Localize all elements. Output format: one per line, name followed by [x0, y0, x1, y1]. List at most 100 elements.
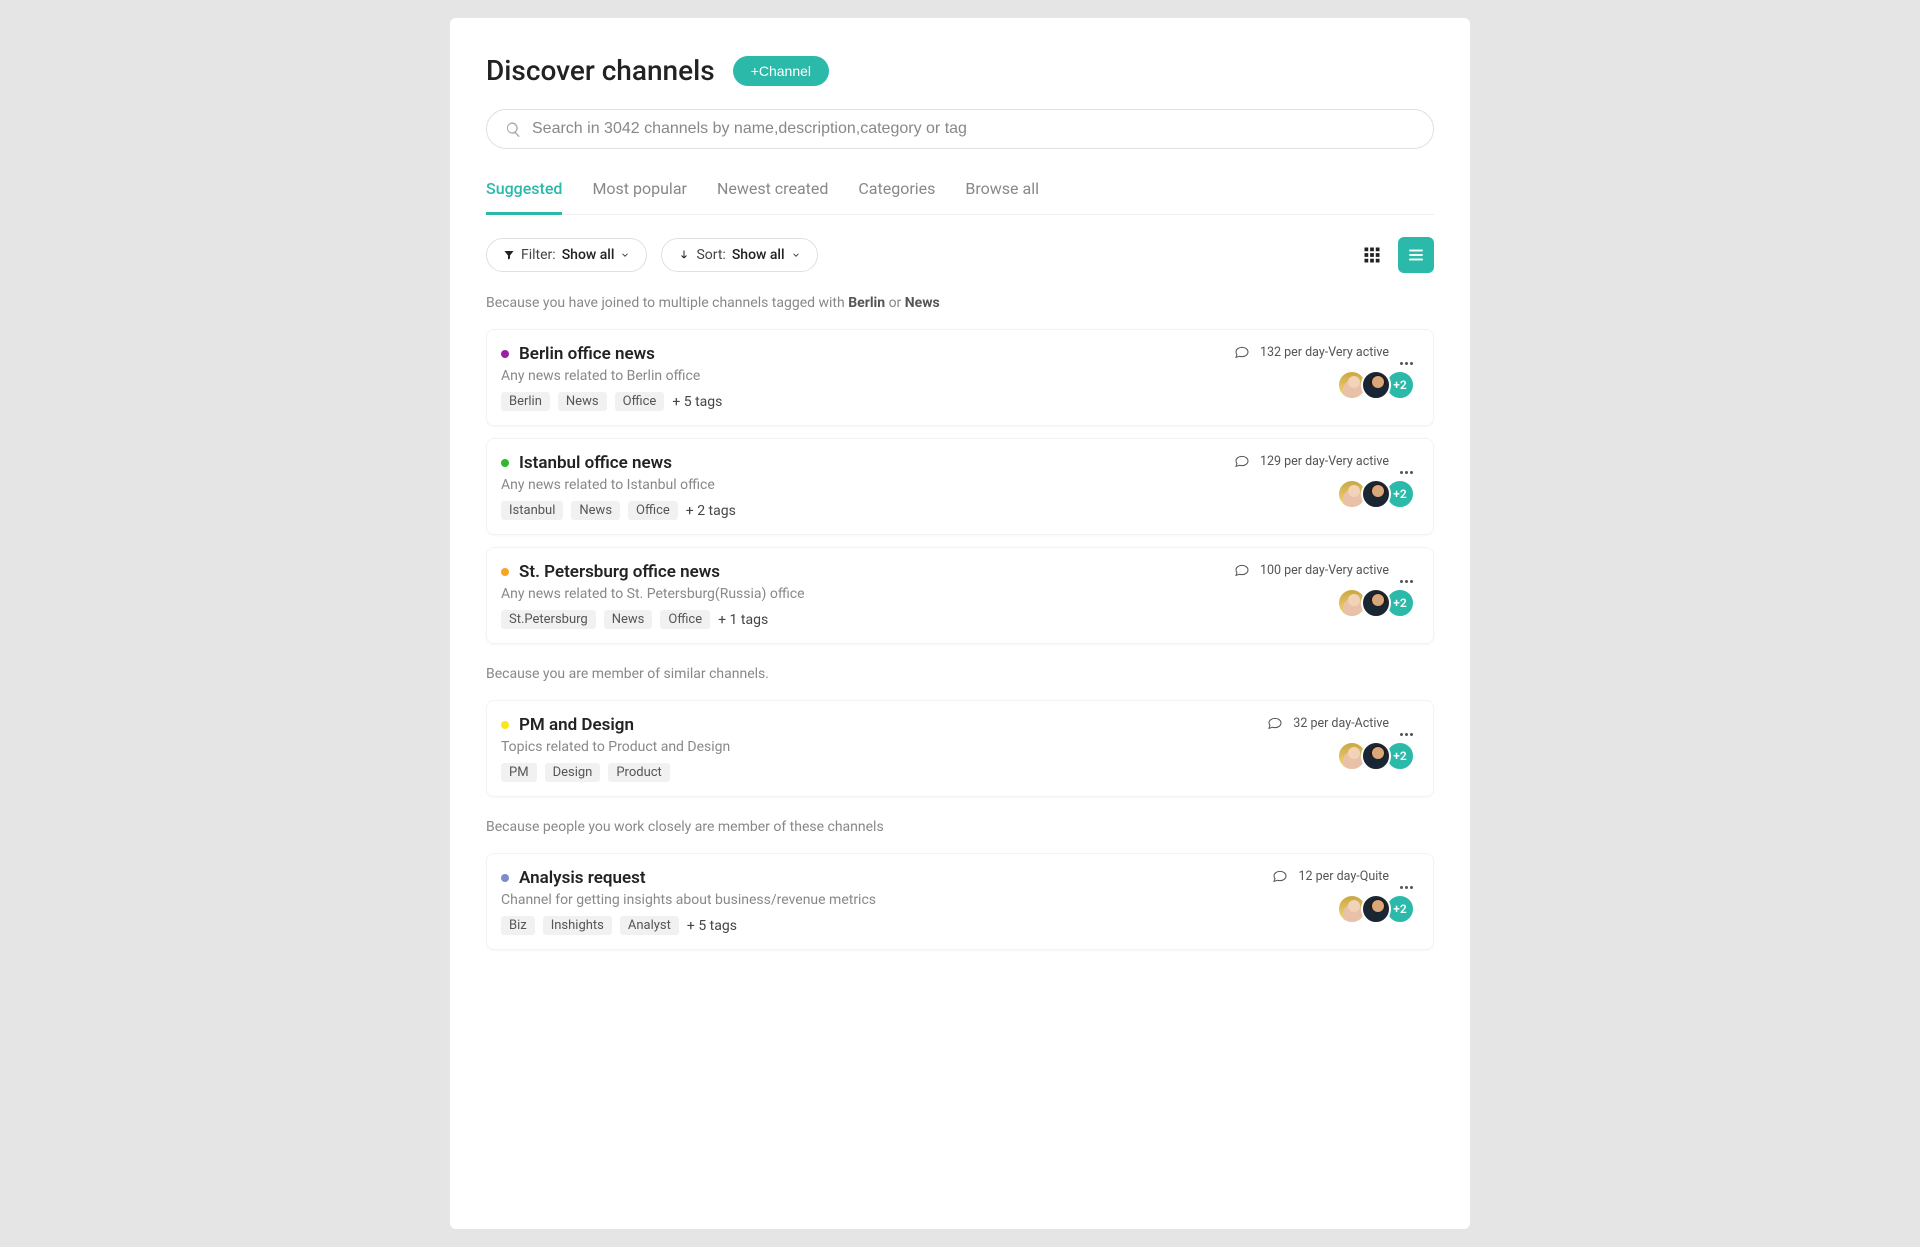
channel-card[interactable]: St. Petersburg office news Any news relat… — [486, 547, 1434, 644]
more-options-button[interactable] — [1399, 721, 1415, 725]
tag[interactable]: St.Petersburg — [501, 610, 596, 629]
list-icon — [1407, 246, 1425, 264]
tags-row: PM Design Product — [501, 763, 1235, 782]
activity-text: 129 per day-Very active — [1260, 454, 1389, 469]
tag[interactable]: News — [604, 610, 653, 629]
channel-color-dot — [501, 721, 509, 729]
tags-row: St.Petersburg News Office + 1 tags — [501, 610, 1234, 629]
view-toggle — [1354, 237, 1434, 273]
tag[interactable]: Office — [615, 392, 665, 411]
member-avatars[interactable]: +2 — [1337, 894, 1415, 924]
tag[interactable]: News — [558, 392, 607, 411]
channel-color-dot — [501, 568, 509, 576]
funnel-icon — [503, 249, 515, 261]
add-channel-button[interactable]: +Channel — [733, 56, 829, 86]
section-reason: Because people you work closely are memb… — [486, 819, 1434, 835]
tag[interactable]: Design — [545, 763, 601, 782]
channel-description: Any news related to St. Petersburg(Russi… — [501, 586, 1234, 602]
tab-most-popular[interactable]: Most popular — [592, 171, 686, 214]
more-tags[interactable]: + 5 tags — [687, 918, 737, 934]
member-avatars[interactable]: +2 — [1337, 588, 1415, 618]
more-options-button[interactable] — [1399, 350, 1415, 354]
tag[interactable]: News — [571, 501, 620, 520]
channel-meta: 129 per day-Very active +2 — [1234, 453, 1415, 520]
channel-card[interactable]: Istanbul office news Any news related to … — [486, 438, 1434, 535]
activity-row: 32 per day-Active — [1267, 715, 1415, 731]
tab-browse-all[interactable]: Browse all — [965, 171, 1039, 214]
channel-title: St. Petersburg office news — [519, 562, 720, 582]
channel-card[interactable]: PM and Design Topics related to Product a… — [486, 700, 1434, 797]
avatar — [1361, 370, 1391, 400]
channel-description: Any news related to Berlin office — [501, 368, 1234, 384]
more-options-button[interactable] — [1399, 459, 1415, 463]
channel-title: PM and Design — [519, 715, 634, 735]
activity-row: 100 per day-Very active — [1234, 562, 1415, 578]
channel-color-dot — [501, 459, 509, 467]
more-options-button[interactable] — [1399, 568, 1415, 572]
more-options-button[interactable] — [1399, 874, 1415, 878]
tag[interactable]: Office — [660, 610, 710, 629]
filter-row: Filter: Show all Sort: Show all — [486, 237, 1434, 273]
channel-meta: 100 per day-Very active +2 — [1234, 562, 1415, 629]
tag[interactable]: Berlin — [501, 392, 550, 411]
tab-suggested[interactable]: Suggested — [486, 171, 562, 215]
reason-term: Berlin — [848, 295, 885, 311]
channel-card[interactable]: Analysis request Channel for getting insi… — [486, 853, 1434, 950]
channel-main: Berlin office news Any news related to Be… — [501, 344, 1234, 411]
member-avatars[interactable]: +2 — [1337, 479, 1415, 509]
tag[interactable]: Inshights — [543, 916, 612, 935]
filter-button[interactable]: Filter: Show all — [486, 238, 647, 272]
activity-text: 32 per day-Active — [1293, 716, 1389, 731]
sort-button[interactable]: Sort: Show all — [661, 238, 817, 272]
activity-row: 129 per day-Very active — [1234, 453, 1415, 469]
channel-main: Istanbul office news Any news related to … — [501, 453, 1234, 520]
channel-title: Analysis request — [519, 868, 646, 888]
member-avatars[interactable]: +2 — [1337, 370, 1415, 400]
channel-title: Berlin office news — [519, 344, 655, 364]
tabs: Suggested Most popular Newest created Categ… — [486, 171, 1434, 215]
channel-description: Channel for getting insights about busin… — [501, 892, 1235, 908]
more-tags[interactable]: + 1 tags — [718, 612, 768, 628]
header: Discover channels +Channel — [486, 54, 1434, 87]
comment-icon — [1267, 715, 1283, 731]
tags-row: Istanbul News Office + 2 tags — [501, 501, 1234, 520]
tab-categories[interactable]: Categories — [858, 171, 935, 214]
activity-text: 12 per day-Quite — [1298, 869, 1389, 884]
channel-title: Istanbul office news — [519, 453, 672, 473]
channel-main: Analysis request Channel for getting insi… — [501, 868, 1235, 935]
tag[interactable]: Office — [628, 501, 678, 520]
channel-color-dot — [501, 874, 509, 882]
member-avatars[interactable]: +2 — [1337, 741, 1415, 771]
sort-arrow-down-icon — [678, 249, 690, 261]
channel-meta: 12 per day-Quite +2 — [1235, 868, 1415, 935]
channel-description: Any news related to Istanbul office — [501, 477, 1234, 493]
grid-view-button[interactable] — [1354, 237, 1390, 273]
grid-icon — [1363, 246, 1381, 264]
tag[interactable]: Istanbul — [501, 501, 563, 520]
filter-label: Filter: — [521, 247, 556, 263]
search-input[interactable] — [532, 120, 1415, 138]
tag[interactable]: Biz — [501, 916, 535, 935]
tag[interactable]: Analyst — [620, 916, 679, 935]
sort-label: Sort: — [696, 247, 725, 263]
tags-row: Biz Inshights Analyst + 5 tags — [501, 916, 1235, 935]
channel-meta: 132 per day-Very active +2 — [1234, 344, 1415, 411]
more-tags[interactable]: + 5 tags — [672, 394, 722, 410]
channel-description: Topics related to Product and Design — [501, 739, 1235, 755]
tab-newest-created[interactable]: Newest created — [717, 171, 828, 214]
tag[interactable]: PM — [501, 763, 537, 782]
comment-icon — [1234, 562, 1250, 578]
search-field[interactable] — [486, 109, 1434, 149]
tag[interactable]: Product — [608, 763, 669, 782]
list-view-button[interactable] — [1398, 237, 1434, 273]
page-title: Discover channels — [486, 54, 715, 87]
avatar — [1361, 479, 1391, 509]
comment-icon — [1234, 453, 1250, 469]
chevron-down-icon — [620, 250, 630, 260]
channel-card[interactable]: Berlin office news Any news related to Be… — [486, 329, 1434, 426]
reason-term: News — [905, 295, 940, 311]
channel-main: St. Petersburg office news Any news relat… — [501, 562, 1234, 629]
activity-text: 132 per day-Very active — [1260, 345, 1389, 360]
more-tags[interactable]: + 2 tags — [686, 503, 736, 519]
tags-row: Berlin News Office + 5 tags — [501, 392, 1234, 411]
